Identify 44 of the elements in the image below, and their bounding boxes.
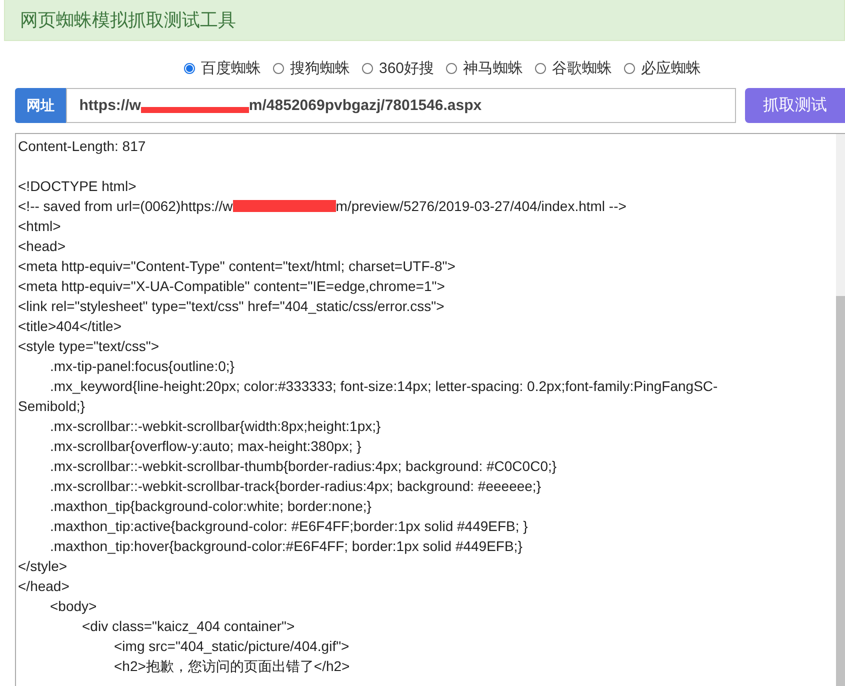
code-line: <link rel="stylesheet" type="text/css" href="404_static/css/error.css"> xyxy=(18,298,444,314)
code-line: <meta http-equiv="X-UA-Compatible" content="IE=edge,chrome=1"> xyxy=(18,278,445,294)
radio-button[interactable] xyxy=(272,63,284,74)
radio-button[interactable] xyxy=(446,63,458,74)
code-line: <html> xyxy=(18,218,61,234)
code-line: <h2>抱歉，您访问的页面出错了</h2> xyxy=(113,658,350,674)
code-line: </head> xyxy=(18,578,70,594)
radio-label[interactable]: 百度蜘蛛 xyxy=(200,59,261,78)
code-line: .mx_keyword{line-height:20px; color:#333333; font-size:14px; letter-spacing: 0.2px;font-family:PingFangSC-Semibold;} xyxy=(18,378,718,414)
page-title: 网页蜘蛛模拟抓取测试工具 xyxy=(20,9,236,32)
radio-label[interactable]: 谷歌蜘蛛 xyxy=(552,59,612,78)
code-line: <meta http-equiv="Content-Type" content="text/html; charset=UTF-8"> xyxy=(18,258,456,274)
code-line: .mx-tip-panel:focus{outline:0;} xyxy=(49,358,234,374)
crawl-test-button[interactable]: 抓取测试 xyxy=(745,88,845,123)
radio-button[interactable] xyxy=(184,63,195,74)
code-line: .mx-scrollbar{overflow-y:auto; max-height:380px; } xyxy=(49,438,362,454)
radio-button[interactable] xyxy=(535,63,546,74)
radio-label[interactable]: 神马蜘蛛 xyxy=(463,59,524,78)
code-line: <title>404</title> xyxy=(18,318,122,334)
code-line: .maxthon_tip:hover{background-color:#E6F4FF; border:1px solid #449EFB;} xyxy=(49,538,522,554)
code-line: Content-Length: 817 xyxy=(18,138,146,154)
radio-label[interactable]: 搜狗蜘蛛 xyxy=(290,59,350,78)
url-label: 网址 xyxy=(15,88,66,123)
code-line: <!-- saved from url=(0062)https://w xyxy=(18,198,233,214)
code-line: <img src="404_static/picture/404.gif"> xyxy=(113,638,350,654)
radio-button[interactable] xyxy=(362,63,373,74)
radio-label[interactable]: 360好搜 xyxy=(378,59,434,78)
code-line: .mx-scrollbar::-webkit-scrollbar{width:8px;height:1px;} xyxy=(49,418,381,434)
code-line: <style type="text/css"> xyxy=(18,338,160,354)
code-line: <body> xyxy=(49,598,97,614)
code-line: <div class="kaicz_404 container"> xyxy=(81,618,295,634)
url-field[interactable]: https://w m/4852069pvbgazj/7801546.aspx xyxy=(66,88,736,123)
scrollbar-thumb[interactable] xyxy=(836,296,845,686)
scrollbar[interactable] xyxy=(836,134,845,686)
code-line: .maxthon_tip:active{background-color: #E6F4FF;border:1px solid #449EFB; } xyxy=(49,518,528,534)
radio-label[interactable]: 必应蜘蛛 xyxy=(641,59,702,78)
code-line: <!DOCTYPE html> xyxy=(18,178,136,194)
code-line: m/preview/5276/2019-03-27/404/index.html --> xyxy=(336,198,626,214)
code-line: .mx-scrollbar::-webkit-scrollbar-track{border-radius:4px; background: #eeeeee;} xyxy=(49,478,541,494)
radio-button[interactable] xyxy=(624,63,636,74)
code-line: <head> xyxy=(18,238,66,254)
code-line: .mx-scrollbar::-webkit-scrollbar-thumb{border-radius:4px; background: #C0C0C0;} xyxy=(49,458,557,474)
code-line: .maxthon_tip{background-color:white; border:none;} xyxy=(49,498,372,514)
code-line: </style> xyxy=(18,558,68,574)
